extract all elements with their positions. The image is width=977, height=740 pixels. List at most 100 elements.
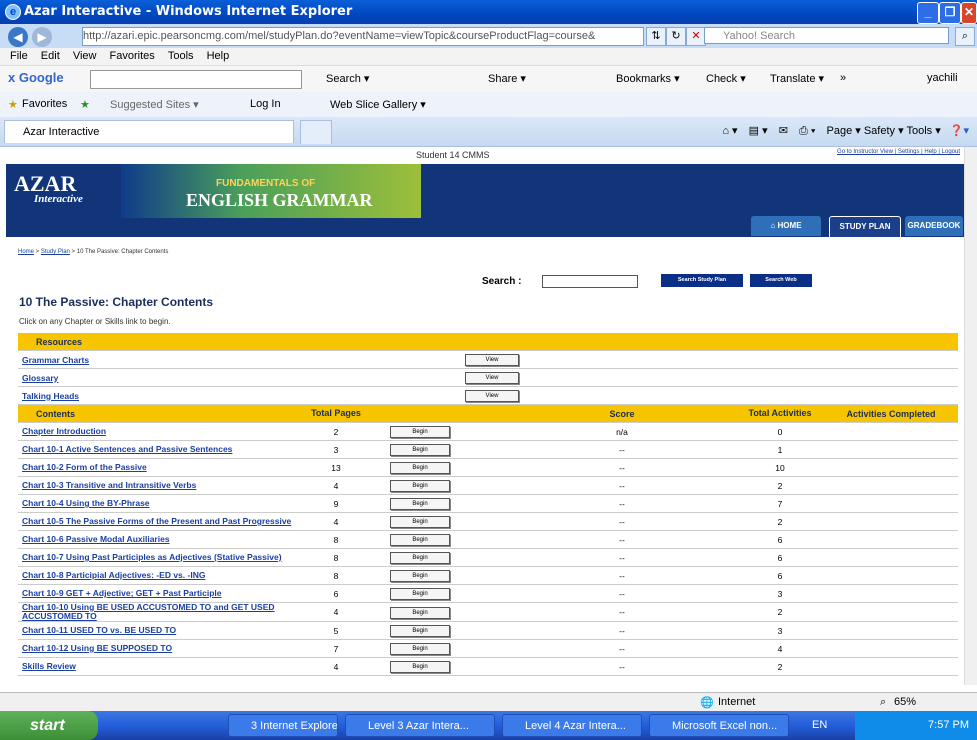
- begin-button[interactable]: Begin: [390, 552, 450, 564]
- site-search-input[interactable]: [542, 275, 638, 288]
- command-menus[interactable]: Page ▾ Safety ▾ Tools ▾: [827, 125, 941, 137]
- forward-icon[interactable]: ▶: [32, 27, 52, 47]
- favorites-button[interactable]: Favorites: [22, 98, 67, 110]
- begin-button[interactable]: Begin: [390, 534, 450, 546]
- google-search-button[interactable]: Search ▾: [326, 72, 369, 85]
- start-button[interactable]: start: [0, 711, 98, 740]
- feeds-icon[interactable]: ▤ ▾: [749, 125, 768, 137]
- google-more-button[interactable]: »: [840, 72, 846, 84]
- chapter-link[interactable]: Chart 10-5 The Passive Forms of the Pres…: [22, 516, 291, 526]
- maximize-button[interactable]: ❐: [939, 2, 961, 24]
- resource-link[interactable]: Glossary: [22, 373, 58, 383]
- google-bookmarks-button[interactable]: Bookmarks ▾: [616, 72, 680, 85]
- google-user[interactable]: yachili: [927, 72, 958, 84]
- tab-gradebook[interactable]: GRADEBOOK: [905, 216, 963, 236]
- top-links[interactable]: Go to Instructor View | Settings | Help …: [837, 149, 960, 155]
- chapter-link[interactable]: Chapter Introduction: [22, 426, 106, 436]
- activities-cell: 4: [736, 639, 824, 658]
- menu-help[interactable]: Help: [207, 48, 230, 65]
- begin-button[interactable]: Begin: [390, 643, 450, 655]
- web-slice-gallery-link[interactable]: Web Slice Gallery ▾: [330, 98, 426, 111]
- help-icon[interactable]: ❓▾: [950, 125, 969, 137]
- search-study-plan-button[interactable]: Search Study Plan: [661, 274, 743, 287]
- mail-icon[interactable]: ✉: [779, 125, 788, 137]
- activities-cell: 7: [736, 494, 824, 513]
- language-indicator[interactable]: EN: [812, 719, 827, 731]
- begin-button[interactable]: Begin: [390, 480, 450, 492]
- view-button[interactable]: View: [465, 390, 519, 402]
- suggested-sites-link[interactable]: Suggested Sites ▾: [110, 98, 199, 111]
- tab-study-plan[interactable]: STUDY PLAN: [829, 216, 901, 238]
- chapter-link[interactable]: Chart 10-4 Using the BY-Phrase: [22, 498, 150, 508]
- tab-azar-interactive[interactable]: Azar Interactive: [4, 120, 294, 143]
- tab-home[interactable]: ⌂ HOME: [751, 216, 821, 236]
- begin-button[interactable]: Begin: [390, 661, 450, 673]
- login-link[interactable]: Log In: [250, 98, 281, 110]
- begin-button[interactable]: Begin: [390, 498, 450, 510]
- minimize-button[interactable]: _: [917, 2, 939, 24]
- address-input[interactable]: http://azari.epic.pearsoncmg.com/mel/stu…: [82, 27, 644, 46]
- menu-tools[interactable]: Tools: [168, 48, 194, 65]
- begin-button[interactable]: Begin: [390, 462, 450, 474]
- begin-button[interactable]: Begin: [390, 444, 450, 456]
- resource-link[interactable]: Talking Heads: [22, 391, 79, 401]
- chapter-link[interactable]: Chart 10-11 USED TO vs. BE USED TO: [22, 625, 176, 635]
- breadcrumb-study-plan[interactable]: Study Plan: [41, 249, 70, 255]
- google-search-input[interactable]: [90, 70, 302, 89]
- begin-button[interactable]: Begin: [390, 426, 450, 438]
- chapter-link[interactable]: Chart 10-8 Participial Adjectives: -ED v…: [22, 570, 205, 580]
- chapter-link[interactable]: Chart 10-1 Active Sentences and Passive …: [22, 444, 232, 454]
- task-level3[interactable]: Level 3 Azar Intera...: [345, 714, 495, 737]
- completed-cell: [824, 494, 958, 513]
- home-icon[interactable]: ⌂ ▾: [722, 125, 737, 137]
- back-icon[interactable]: ◀: [8, 27, 28, 47]
- vertical-scrollbar[interactable]: [964, 147, 977, 685]
- begin-button[interactable]: Begin: [390, 570, 450, 582]
- zoom-icon[interactable]: ⌕: [880, 696, 886, 709]
- total-pages: 5: [302, 621, 370, 640]
- search-icon[interactable]: ⌕: [955, 27, 975, 46]
- begin-button[interactable]: Begin: [390, 516, 450, 528]
- chapter-link[interactable]: Chart 10-6 Passive Modal Auxiliaries: [22, 534, 170, 544]
- menu-file[interactable]: File: [10, 48, 28, 65]
- search-web-button[interactable]: Search Web: [750, 274, 812, 287]
- chapter-link[interactable]: Chart 10-10 Using BE USED ACCUSTOMED TO …: [22, 602, 275, 621]
- chapter-link[interactable]: Chart 10-7 Using Past Participles as Adj…: [22, 552, 282, 562]
- begin-button[interactable]: Begin: [390, 588, 450, 600]
- compat-icon[interactable]: ⇅: [646, 27, 666, 46]
- zoom-level[interactable]: 65%: [894, 696, 916, 708]
- stop-icon[interactable]: ✕: [686, 27, 706, 46]
- google-translate-button[interactable]: Translate ▾: [770, 72, 824, 85]
- chapter-link[interactable]: Chart 10-12 Using BE SUPPOSED TO: [22, 643, 172, 653]
- breadcrumb-home[interactable]: Home: [18, 249, 34, 255]
- google-check-button[interactable]: Check ▾: [706, 72, 746, 85]
- menu-edit[interactable]: Edit: [41, 48, 60, 65]
- print-icon[interactable]: ⎙ ▾: [799, 125, 815, 137]
- menu-favorites[interactable]: Favorites: [110, 48, 155, 65]
- chapter-link[interactable]: Chart 10-2 Form of the Passive: [22, 462, 147, 472]
- begin-button[interactable]: Begin: [390, 606, 450, 619]
- chapter-link[interactable]: Chart 10-3 Transitive and Intransitive V…: [22, 480, 196, 490]
- menu-view[interactable]: View: [73, 48, 97, 65]
- task-excel[interactable]: Microsoft Excel non...: [649, 714, 789, 737]
- view-button[interactable]: View: [465, 372, 519, 384]
- instruction-text: Click on any Chapter or Skills link to b…: [19, 317, 171, 326]
- add-favorite-icon[interactable]: ★: [80, 98, 90, 111]
- taskbar: start 3 Internet Explorer Level 3 Azar I…: [0, 711, 977, 740]
- activities-cell: 6: [736, 530, 824, 549]
- begin-button[interactable]: Begin: [390, 625, 450, 637]
- task-internet-explorer[interactable]: 3 Internet Explorer: [228, 714, 338, 737]
- close-button[interactable]: ✕: [961, 2, 977, 24]
- table-row: Skills Review 4 Begin -- 2: [18, 657, 958, 676]
- total-pages: 8: [302, 530, 370, 549]
- new-tab-button[interactable]: [300, 120, 332, 144]
- view-button[interactable]: View: [465, 354, 519, 366]
- score-cell: --: [508, 602, 736, 622]
- refresh-icon[interactable]: ↻: [666, 27, 686, 46]
- chapter-link[interactable]: Skills Review: [22, 661, 76, 671]
- chapter-link[interactable]: Chart 10-9 GET + Adjective; GET + Past P…: [22, 588, 222, 598]
- resource-link[interactable]: Grammar Charts: [22, 355, 89, 365]
- google-share-button[interactable]: Share ▾: [488, 72, 526, 85]
- yahoo-search-input[interactable]: Yahoo! Search: [704, 27, 949, 44]
- task-level4[interactable]: Level 4 Azar Intera...: [502, 714, 642, 737]
